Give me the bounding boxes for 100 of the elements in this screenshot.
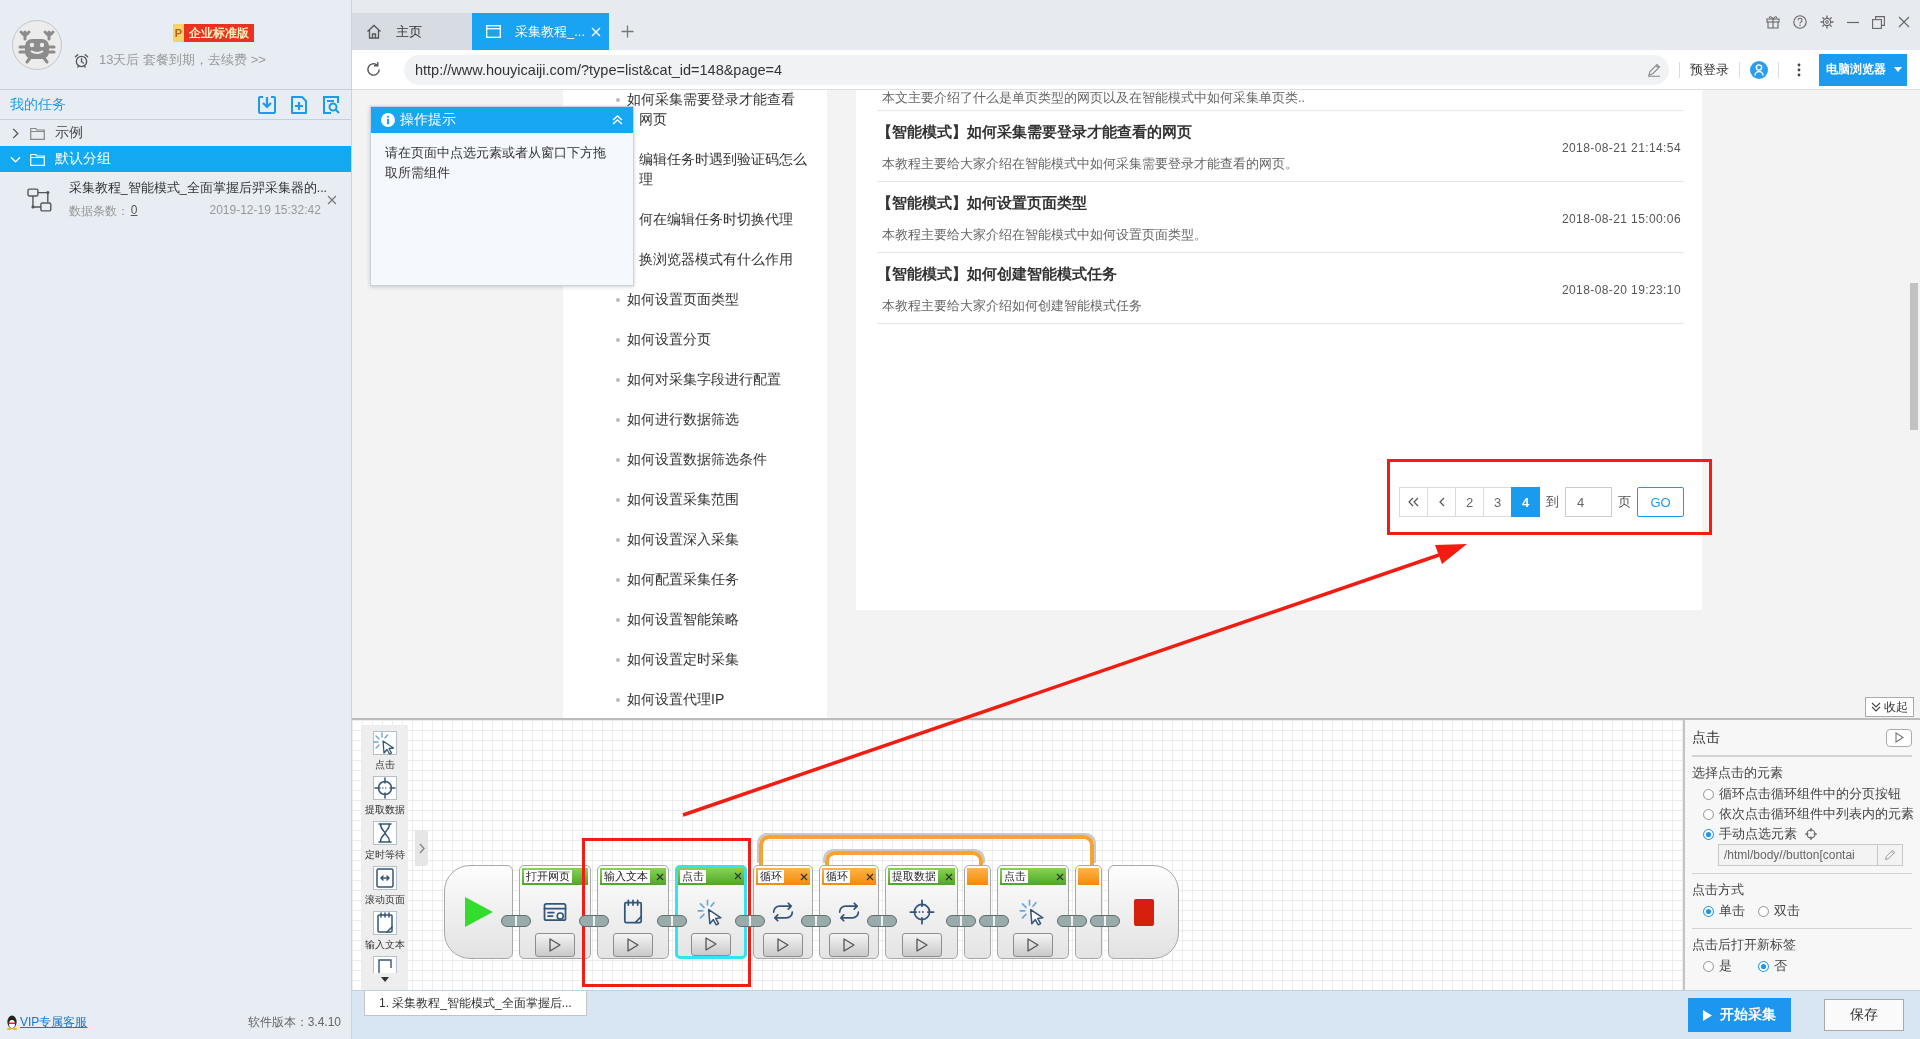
step-label: 提取数据 (890, 870, 938, 883)
browser-tab[interactable]: 主页 (352, 13, 472, 50)
run-step-button[interactable] (763, 933, 803, 957)
more-icon[interactable] (1797, 62, 1801, 77)
task-item[interactable]: 采集教程_智能模式_全面掌握后羿采集器的... 数据条数： 0 2019-12-19 15:32:42 (0, 172, 351, 228)
add-file-icon[interactable] (289, 94, 309, 115)
reload-icon[interactable] (365, 61, 382, 78)
user-icon[interactable] (1750, 60, 1768, 79)
folder-icon (30, 126, 45, 140)
radio-option[interactable]: 依次点击循环组件中列表内的元素 (1692, 805, 1914, 823)
radio-option[interactable]: 双击 (1747, 902, 1800, 920)
address-field[interactable]: http://www.houyicaiji.com/?type=list&cat_id=148&page=4 (404, 54, 1669, 85)
run-button[interactable] (1886, 728, 1912, 747)
article-title-link[interactable]: 【智能模式】如何创建智能模式任务 (877, 265, 1562, 283)
article-link[interactable]: 如何设置页面类型 (616, 290, 739, 310)
palette-item[interactable]: 提取数据 (364, 776, 405, 821)
flow-step[interactable]: 循环 (819, 865, 879, 959)
step-connector (979, 915, 1009, 927)
download-icon[interactable] (257, 94, 277, 115)
run-step-button[interactable] (901, 933, 942, 957)
article-link[interactable]: 如何配置采集任务 (616, 570, 739, 590)
search-file-icon[interactable] (321, 94, 341, 115)
flow-step[interactable]: 输入文本 (597, 865, 669, 959)
article-link[interactable]: 编辑任务时遇到验证码怎么 理 (639, 150, 807, 190)
folder-row[interactable]: 示例 (0, 120, 351, 146)
radio-option[interactable]: 单击 (1692, 902, 1745, 920)
palette-item[interactable]: 滚动页面 (364, 866, 405, 911)
expand-handle[interactable] (415, 830, 428, 866)
article-link[interactable]: 如何采集需要登录才能查看 网页 (616, 90, 795, 130)
restore-icon[interactable] (1872, 15, 1885, 29)
flow-step[interactable]: 循环 (753, 865, 813, 959)
crab-avatar-icon[interactable] (12, 20, 62, 70)
article-link[interactable]: 如何设置定时采集 (616, 650, 739, 670)
close-icon[interactable] (866, 872, 874, 881)
caret-down-icon[interactable] (380, 977, 389, 982)
count-link[interactable]: 0 (130, 203, 138, 220)
flow-step[interactable]: 点击 (997, 865, 1069, 959)
close-icon[interactable] (656, 872, 664, 881)
article-link[interactable]: 如何对采集字段进行配置 (616, 370, 781, 390)
page-button[interactable]: 3 (1483, 487, 1512, 517)
run-step-button[interactable] (829, 933, 869, 957)
new-tab-plus-icon[interactable] (621, 24, 634, 38)
radio-option[interactable]: 手动点选元素 (1692, 825, 1797, 843)
task-tab[interactable]: 1. 采集教程_智能模式_全面掌握后... (364, 991, 587, 1016)
pencil-icon (1884, 849, 1896, 861)
run-step-button[interactable] (1013, 933, 1053, 957)
gift-icon[interactable] (1766, 15, 1780, 29)
end-block[interactable] (1108, 865, 1179, 959)
radio-option[interactable]: 是 (1692, 957, 1732, 975)
radio-option[interactable]: 循环点击循环组件中的分页按钮 (1692, 785, 1901, 803)
radio-option[interactable]: 否 (1747, 957, 1787, 975)
run-step-button[interactable] (691, 932, 731, 956)
article-link[interactable]: 换浏览器模式有什么作用 (639, 250, 793, 270)
palette-item[interactable]: 输入文本 (364, 911, 405, 956)
bullet-icon (616, 418, 620, 422)
article-link[interactable]: 如何设置数据筛选条件 (616, 450, 767, 470)
settings-icon[interactable] (1820, 15, 1834, 29)
page-button[interactable]: 2 (1455, 487, 1484, 517)
palette-item[interactable]: 定时等待 (364, 821, 405, 866)
article-title-link[interactable]: 【智能模式】如何设置页面类型 (877, 194, 1562, 212)
task-title: 采集教程_智能模式_全面掌握后羿采集器的... (68, 180, 328, 197)
xpath-field[interactable]: /html/body//button[contai (1718, 844, 1903, 866)
page-icon[interactable] (372, 956, 397, 973)
close-icon[interactable] (327, 195, 337, 205)
article-title-link[interactable]: 【智能模式】如何采集需要登录才能查看的网页 (877, 123, 1562, 141)
run-step-button[interactable] (535, 933, 575, 957)
save-button[interactable]: 保存 (1824, 999, 1904, 1031)
article-link[interactable]: 如何设置分页 (616, 330, 711, 350)
page-number-input[interactable]: 4 (1565, 487, 1612, 517)
start-block[interactable] (444, 865, 513, 959)
palette-item[interactable]: 点击 (372, 731, 397, 776)
pencil-icon[interactable] (1647, 62, 1661, 77)
section-title: 我的任务 (10, 95, 66, 114)
article-link[interactable]: 如何设置代理IP (616, 690, 725, 710)
flow-step[interactable]: 打开网页 (519, 865, 591, 959)
collapse-button[interactable]: 收起 (1865, 697, 1914, 717)
chevron-right-icon[interactable] (10, 127, 21, 139)
flow-step[interactable]: 提取数据 (885, 865, 958, 959)
article-link[interactable]: 如何进行数据筛选 (616, 410, 739, 430)
first-page-button[interactable] (1399, 487, 1428, 517)
crosshair-icon[interactable] (1805, 828, 1817, 840)
close-icon[interactable] (1056, 872, 1064, 881)
article-link[interactable]: 如何设置深入采集 (616, 530, 739, 550)
flow-step[interactable]: 点击 (675, 865, 747, 959)
vip-support-link[interactable]: VIP专属客服 (6, 1013, 88, 1031)
jump-label: 到 (1546, 493, 1559, 511)
close-icon[interactable] (800, 872, 808, 881)
close-icon[interactable] (945, 872, 953, 881)
scrollbar-thumb[interactable] (1910, 283, 1918, 430)
close-icon[interactable] (734, 872, 742, 881)
close-icon[interactable] (1898, 16, 1910, 28)
double-chevron-up-icon[interactable] (612, 115, 623, 125)
article-link[interactable]: 如何设置智能策略 (616, 610, 739, 630)
pre-login-button[interactable]: 预登录 (1690, 60, 1729, 79)
caret-down-icon (1894, 67, 1902, 72)
run-step-button[interactable] (613, 933, 653, 957)
count-label: 数据条数： (68, 203, 129, 220)
help-icon[interactable] (1793, 15, 1807, 29)
article-link[interactable]: 何在编辑任务时切换代理 (639, 210, 793, 230)
article-link[interactable]: 如何设置采集范围 (616, 490, 739, 510)
